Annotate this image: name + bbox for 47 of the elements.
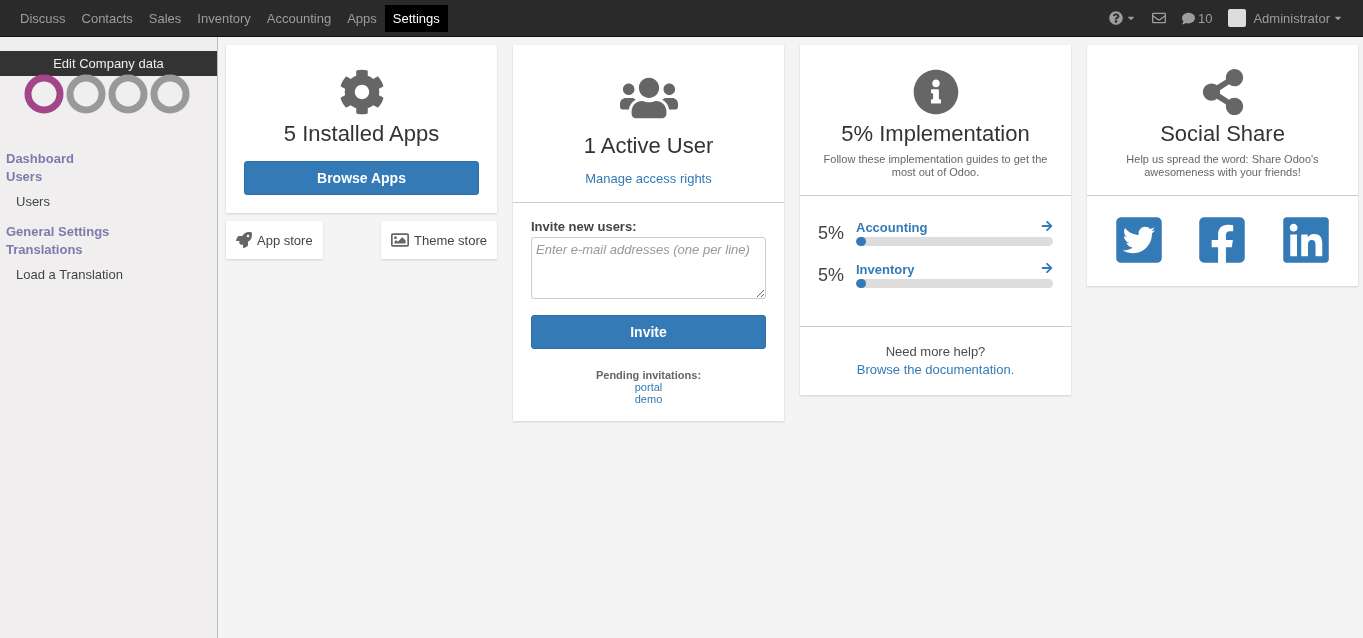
card-title: 1 Active User	[583, 133, 714, 159]
menu-item[interactable]: Settings	[384, 4, 448, 32]
help-text: Need more help?	[885, 344, 986, 359]
card-title: 5% Implementation	[841, 121, 1030, 147]
arrow-right-icon[interactable]	[1041, 220, 1053, 232]
pending-invite-link[interactable]: demo	[531, 393, 766, 405]
manage-access-link[interactable]: Manage access rights	[585, 171, 712, 186]
speech-bubble-icon	[1181, 11, 1195, 25]
guide-link[interactable]: Accounting	[856, 220, 928, 235]
menu-item[interactable]: Sales	[140, 4, 190, 32]
pending-invite-link[interactable]: portal	[531, 381, 766, 393]
menu-item[interactable]: Accounting	[258, 4, 340, 32]
sidebar-item[interactable]: Users	[0, 186, 217, 217]
rocket-icon	[236, 232, 252, 248]
theme-store-link[interactable]: Theme store	[381, 221, 497, 259]
avatar-placeholder	[1228, 9, 1247, 27]
app-store-link[interactable]: App store	[226, 221, 323, 259]
arrow-right-icon[interactable]	[1041, 262, 1053, 274]
sidebar-item[interactable]: Load a Translation	[0, 259, 217, 290]
email-input-field[interactable]: Enter e-mail addresses (one per line)	[531, 237, 766, 299]
sidebar-heading[interactable]: Users	[0, 168, 217, 186]
percent-text: 5%	[818, 222, 845, 244]
menu-item[interactable]: Discuss	[12, 4, 74, 32]
sidebar-heading[interactable]: Translations	[0, 241, 217, 259]
user-menu[interactable]: Administrator	[1220, 9, 1351, 27]
invite-button[interactable]: Invite	[531, 315, 766, 349]
card-title: Social Share	[1160, 121, 1285, 147]
pending-label: Pending invitations:	[594, 369, 703, 381]
chat-button[interactable]: 10	[1173, 10, 1221, 26]
help-icon	[1108, 11, 1123, 25]
gear-icon	[338, 69, 385, 115]
percent-text: 5%	[818, 264, 845, 286]
card-title: 5 Installed Apps	[283, 121, 440, 147]
sidebar-heading[interactable]: General Settings	[0, 223, 217, 241]
card-subtitle: Help us spread the word: Share Odoo's awesomeness with your friends!	[1125, 153, 1320, 179]
menu-item[interactable]: Apps	[339, 4, 385, 32]
menu-item[interactable]: Inventory	[189, 4, 259, 32]
guide-link[interactable]: Inventory	[856, 262, 915, 277]
sidebar-heading[interactable]: Dashboard	[0, 150, 217, 168]
invite-label: Invite new users:	[531, 219, 638, 234]
image-icon	[391, 231, 409, 249]
info-icon	[912, 69, 959, 115]
menu-item[interactable]: Contacts	[73, 4, 141, 32]
edit-company-bar[interactable]: Edit Company data	[0, 51, 217, 76]
documentation-link[interactable]: Browse the documentation.	[856, 362, 1015, 377]
browse-apps-button[interactable]: Browse Apps	[244, 161, 479, 195]
card-subtitle: Follow these implementation guides to get the most out of Odoo.	[822, 153, 1049, 179]
